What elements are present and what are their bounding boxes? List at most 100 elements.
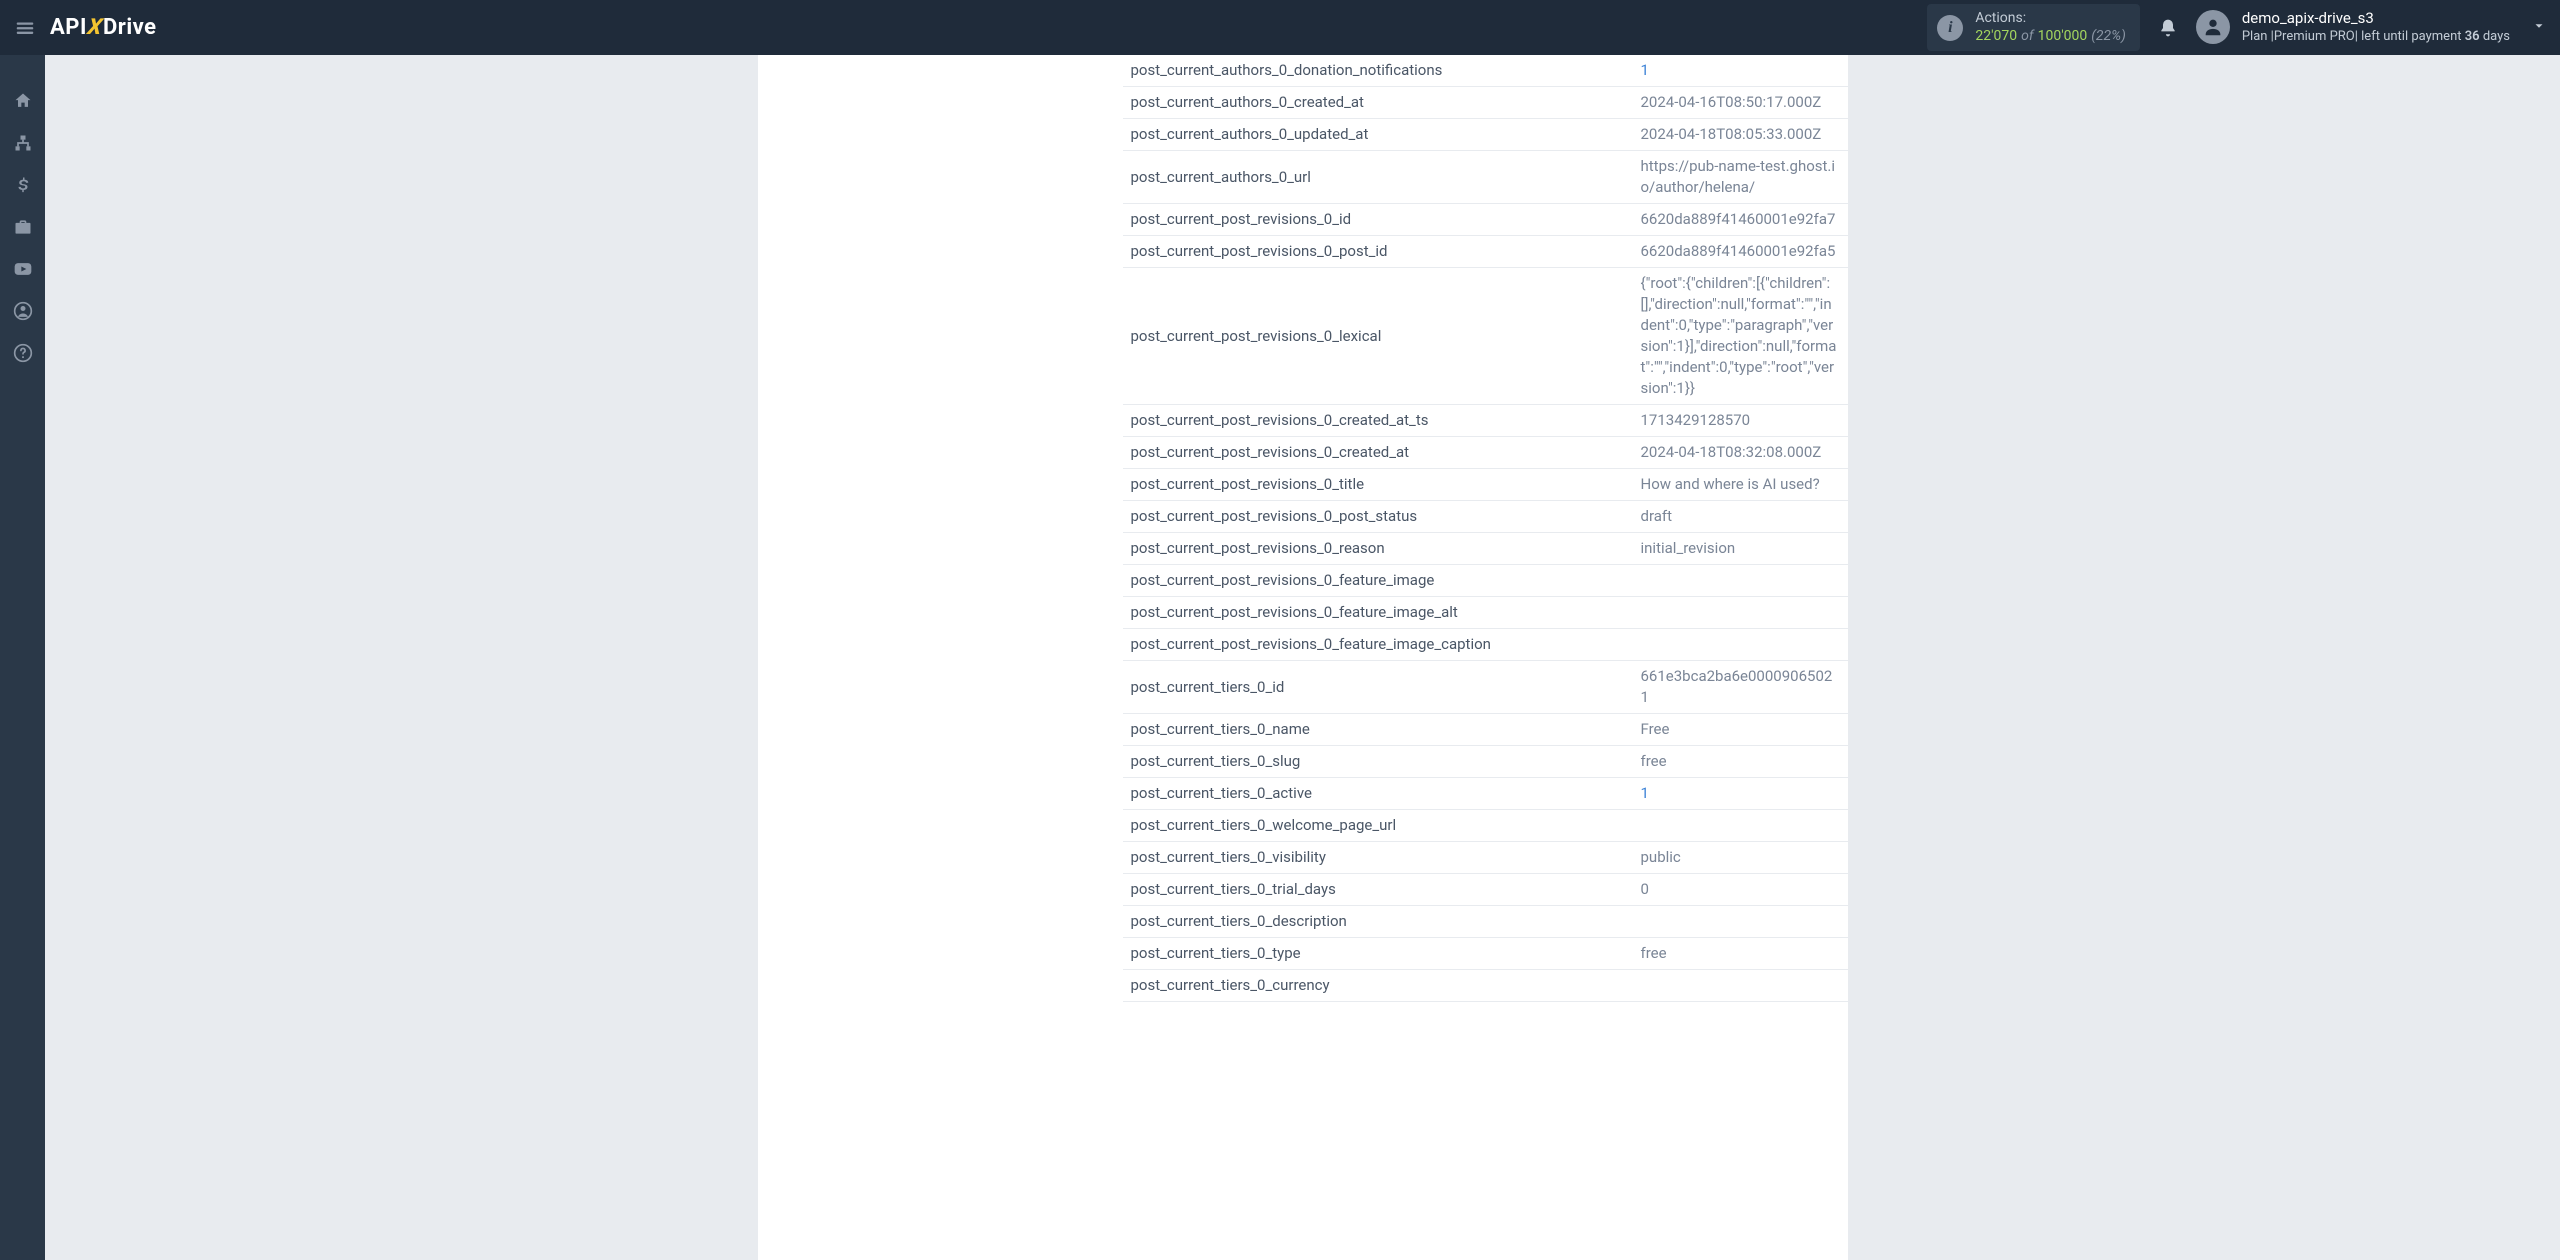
actions-label: Actions: bbox=[1975, 10, 2126, 28]
table-row: post_current_authors_0_updated_at2024-04… bbox=[1123, 119, 1848, 151]
main-content: post_current_authors_0_donation_notifica… bbox=[45, 55, 2560, 1260]
sidebar-item-help[interactable] bbox=[0, 332, 45, 374]
sidebar-item-billing[interactable] bbox=[0, 164, 45, 206]
header-right: i Actions: 22'070 of 100'000 (22%) demo_… bbox=[1927, 4, 2546, 51]
plan-line: Plan |Premium PRO| left until payment 36… bbox=[2242, 29, 2510, 46]
sidebar-item-video[interactable] bbox=[0, 248, 45, 290]
table-row: post_current_tiers_0_welcome_page_url bbox=[1123, 810, 1848, 842]
table-row: post_current_tiers_0_nameFree bbox=[1123, 714, 1848, 746]
sidebar bbox=[0, 55, 45, 1260]
help-icon bbox=[13, 343, 33, 363]
actions-text: Actions: 22'070 of 100'000 (22%) bbox=[1975, 10, 2126, 45]
user-info: demo_apix-drive_s3 Plan |Premium PRO| le… bbox=[2242, 9, 2510, 45]
field-value: 661e3bca2ba6e00009065021 bbox=[1633, 661, 1848, 714]
field-value: draft bbox=[1633, 501, 1848, 533]
field-key: post_current_authors_0_updated_at bbox=[1123, 119, 1633, 151]
field-key: post_current_post_revisions_0_post_id bbox=[1123, 236, 1633, 268]
username: demo_apix-drive_s3 bbox=[2242, 9, 2510, 29]
chevron-down-icon bbox=[2532, 18, 2546, 37]
avatar bbox=[2196, 10, 2230, 44]
right-panel: post_current_authors_0_donation_notifica… bbox=[1123, 55, 1848, 1260]
field-key: post_current_post_revisions_0_created_at… bbox=[1123, 405, 1633, 437]
field-value: free bbox=[1633, 746, 1848, 778]
table-row: post_current_post_revisions_0_feature_im… bbox=[1123, 629, 1848, 661]
table-row: post_current_post_revisions_0_lexical{"r… bbox=[1123, 268, 1848, 405]
logo[interactable]: APIXDrive bbox=[50, 15, 157, 40]
field-key: post_current_post_revisions_0_feature_im… bbox=[1123, 629, 1633, 661]
field-value: 6620da889f41460001e92fa7 bbox=[1633, 204, 1848, 236]
field-value: 2024-04-18T08:32:08.000Z bbox=[1633, 437, 1848, 469]
actions-values: 22'070 of 100'000 (22%) bbox=[1975, 28, 2126, 46]
table-row: post_current_authors_0_donation_notifica… bbox=[1123, 55, 1848, 87]
sidebar-item-work[interactable] bbox=[0, 206, 45, 248]
menu-toggle-button[interactable] bbox=[14, 17, 36, 39]
table-row: post_current_post_revisions_0_feature_im… bbox=[1123, 597, 1848, 629]
info-icon: i bbox=[1937, 15, 1963, 41]
field-key: post_current_tiers_0_description bbox=[1123, 906, 1633, 938]
data-table: post_current_authors_0_donation_notifica… bbox=[1123, 55, 1848, 1002]
table-row: post_current_tiers_0_visibilitypublic bbox=[1123, 842, 1848, 874]
briefcase-icon bbox=[13, 217, 33, 237]
field-value: public bbox=[1633, 842, 1848, 874]
sidebar-item-home[interactable] bbox=[0, 80, 45, 122]
field-key: post_current_tiers_0_welcome_page_url bbox=[1123, 810, 1633, 842]
field-value: 2024-04-18T08:05:33.000Z bbox=[1633, 119, 1848, 151]
app-header: APIXDrive i Actions: 22'070 of 100'000 (… bbox=[0, 0, 2560, 55]
field-key: post_current_authors_0_donation_notifica… bbox=[1123, 55, 1633, 87]
dollar-icon bbox=[14, 176, 32, 194]
field-key: post_current_post_revisions_0_feature_im… bbox=[1123, 597, 1633, 629]
table-row: post_current_post_revisions_0_created_at… bbox=[1123, 405, 1848, 437]
field-value: 0 bbox=[1633, 874, 1848, 906]
field-value: 1713429128570 bbox=[1633, 405, 1848, 437]
field-value: Free bbox=[1633, 714, 1848, 746]
table-row: post_current_tiers_0_typefree bbox=[1123, 938, 1848, 970]
field-key: post_current_post_revisions_0_feature_im… bbox=[1123, 565, 1633, 597]
table-row: post_current_authors_0_created_at2024-04… bbox=[1123, 87, 1848, 119]
table-row: post_current_post_revisions_0_post_statu… bbox=[1123, 501, 1848, 533]
field-key: post_current_tiers_0_active bbox=[1123, 778, 1633, 810]
field-key: post_current_tiers_0_slug bbox=[1123, 746, 1633, 778]
field-value bbox=[1633, 970, 1848, 1002]
field-key: post_current_tiers_0_currency bbox=[1123, 970, 1633, 1002]
field-key: post_current_post_revisions_0_post_statu… bbox=[1123, 501, 1633, 533]
field-key: post_current_tiers_0_visibility bbox=[1123, 842, 1633, 874]
field-value: initial_revision bbox=[1633, 533, 1848, 565]
table-row: post_current_tiers_0_id661e3bca2ba6e0000… bbox=[1123, 661, 1848, 714]
logo-x: X bbox=[86, 15, 105, 40]
field-key: post_current_post_revisions_0_reason bbox=[1123, 533, 1633, 565]
table-row: post_current_tiers_0_trial_days0 bbox=[1123, 874, 1848, 906]
field-key: post_current_post_revisions_0_lexical bbox=[1123, 268, 1633, 405]
hamburger-icon bbox=[14, 17, 36, 39]
home-icon bbox=[13, 91, 33, 111]
bell-icon bbox=[2158, 18, 2178, 38]
field-value bbox=[1633, 629, 1848, 661]
user-circle-icon bbox=[13, 301, 33, 321]
field-value: 1 bbox=[1633, 55, 1848, 87]
table-row: post_current_tiers_0_active1 bbox=[1123, 778, 1848, 810]
logo-pre: API bbox=[50, 15, 87, 40]
field-value: free bbox=[1633, 938, 1848, 970]
actions-counter[interactable]: i Actions: 22'070 of 100'000 (22%) bbox=[1927, 4, 2140, 51]
field-key: post_current_tiers_0_trial_days bbox=[1123, 874, 1633, 906]
table-row: post_current_post_revisions_0_post_id662… bbox=[1123, 236, 1848, 268]
content-wrapper: post_current_authors_0_donation_notifica… bbox=[758, 55, 1848, 1260]
field-key: post_current_authors_0_url bbox=[1123, 151, 1633, 204]
field-key: post_current_post_revisions_0_created_at bbox=[1123, 437, 1633, 469]
field-key: post_current_post_revisions_0_title bbox=[1123, 469, 1633, 501]
table-row: post_current_post_revisions_0_id6620da88… bbox=[1123, 204, 1848, 236]
field-key: post_current_tiers_0_name bbox=[1123, 714, 1633, 746]
field-key: post_current_authors_0_created_at bbox=[1123, 87, 1633, 119]
table-row: post_current_tiers_0_description bbox=[1123, 906, 1848, 938]
user-icon bbox=[2202, 16, 2224, 38]
table-row: post_current_post_revisions_0_feature_im… bbox=[1123, 565, 1848, 597]
field-value: 6620da889f41460001e92fa5 bbox=[1633, 236, 1848, 268]
table-row: post_current_post_revisions_0_titleHow a… bbox=[1123, 469, 1848, 501]
sidebar-item-profile[interactable] bbox=[0, 290, 45, 332]
field-value: https://pub-name-test.ghost.io/author/he… bbox=[1633, 151, 1848, 204]
field-key: post_current_tiers_0_type bbox=[1123, 938, 1633, 970]
user-menu-button[interactable]: demo_apix-drive_s3 Plan |Premium PRO| le… bbox=[2196, 9, 2546, 45]
notifications-button[interactable] bbox=[2158, 18, 2178, 38]
table-row: post_current_post_revisions_0_created_at… bbox=[1123, 437, 1848, 469]
sidebar-item-connections[interactable] bbox=[0, 122, 45, 164]
field-key: post_current_post_revisions_0_id bbox=[1123, 204, 1633, 236]
